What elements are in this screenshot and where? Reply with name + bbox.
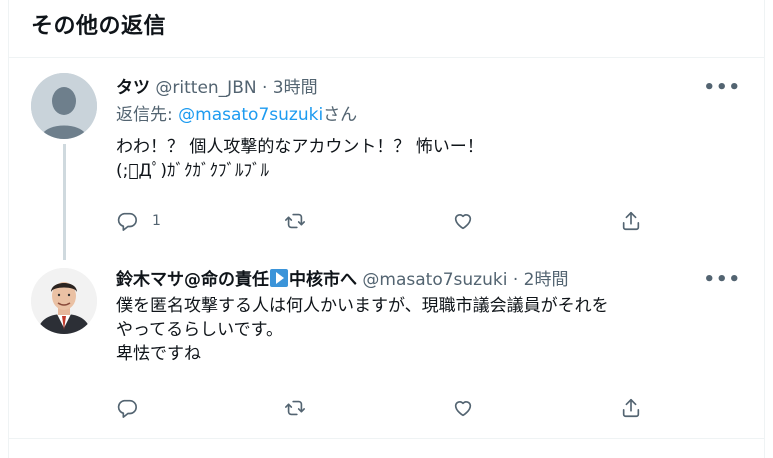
section-title: その他の返信 xyxy=(31,14,167,39)
tweet-actions xyxy=(116,393,656,423)
retweet-icon xyxy=(285,213,305,229)
mention-link[interactable]: @masato7suzuki xyxy=(178,105,323,125)
share-button[interactable] xyxy=(620,206,642,236)
display-name[interactable]: タツ xyxy=(116,78,150,98)
handle[interactable]: @masato7suzuki xyxy=(362,270,507,290)
display-name[interactable]: 鈴木マサ@命の責任 中核市へ xyxy=(116,269,357,290)
user-photo-avatar xyxy=(31,268,97,334)
like-button[interactable] xyxy=(452,206,488,236)
tweet-text-line: 卑怯ですね xyxy=(116,344,201,364)
avatar[interactable] xyxy=(31,73,97,139)
display-name-part: 鈴木マサ@命の責任 xyxy=(116,270,269,290)
tweet-actions: 1 xyxy=(116,206,656,236)
reply-suffix: さん xyxy=(323,105,358,125)
reply-button[interactable] xyxy=(116,393,152,423)
tweet-text-line: (;ﾟДﾟ)ｶﾞｸｶﾞｸﾌﾞﾙﾌﾞﾙ xyxy=(116,161,269,181)
more-icon[interactable]: ••• xyxy=(703,268,741,292)
tweet-text-line: やってるらしいです。 xyxy=(116,320,283,340)
tweet-text-line: わわ！？ 個人攻撃的なアカウント！？ 怖いー！ xyxy=(116,137,484,157)
timestamp[interactable]: 2時間 xyxy=(524,270,569,290)
tweet-header: タツ @ritten_JBN · 3時間 xyxy=(116,76,741,100)
reply-icon xyxy=(117,399,137,418)
heart-icon xyxy=(454,401,472,417)
retweet-icon xyxy=(285,400,305,416)
tweet-header: 鈴木マサ@命の責任 中核市へ @masato7suzuki · 2時間 xyxy=(116,268,741,292)
share-button[interactable] xyxy=(620,393,642,423)
play-arrow-emoji-icon xyxy=(270,269,288,287)
reply-icon xyxy=(117,212,137,231)
tweet[interactable]: タツ @ritten_JBN · 3時間 ••• 返信先: @masato7su… xyxy=(8,58,765,260)
tweet-text: 僕を匿名攻撃する人は何人かいますが、現職市議会議員がそれを やってるらしいです。… xyxy=(116,294,741,366)
separator: · xyxy=(261,78,268,98)
reply-prefix: 返信先: xyxy=(116,105,179,125)
thread-connector xyxy=(63,144,66,260)
reply-button[interactable]: 1 xyxy=(116,206,161,236)
timestamp[interactable]: 3時間 xyxy=(273,78,318,98)
handle[interactable]: @ritten_JBN xyxy=(155,78,256,98)
tweet[interactable]: 鈴木マサ@命の責任 中核市へ @masato7suzuki · 2時間 ••• 僕… xyxy=(8,248,765,439)
replies-panel: その他の返信 タツ @ritten_JBN · 3時間 ••• 返信先: @ma… xyxy=(0,0,773,458)
retweet-button[interactable] xyxy=(284,393,320,423)
retweet-button[interactable] xyxy=(284,206,320,236)
share-icon xyxy=(622,211,640,231)
tweet-text: わわ！？ 個人攻撃的なアカウント！？ 怖いー！ (;ﾟДﾟ)ｶﾞｸｶﾞｸﾌﾞﾙﾌ… xyxy=(116,135,741,183)
tweet-content: タツ @ritten_JBN · 3時間 ••• 返信先: @masato7su… xyxy=(116,76,741,183)
more-icon[interactable]: ••• xyxy=(703,76,741,100)
share-icon xyxy=(622,398,640,418)
heart-icon xyxy=(454,214,472,230)
separator: · xyxy=(512,270,519,290)
reply-to-line: 返信先: @masato7suzukiさん xyxy=(116,102,741,128)
display-name-part: 中核市へ xyxy=(289,270,357,290)
tweet-text-line: 僕を匿名攻撃する人は何人かいますが、現職市議会議員がそれを xyxy=(116,296,609,316)
tweet-content: 鈴木マサ@命の責任 中核市へ @masato7suzuki · 2時間 ••• 僕… xyxy=(116,268,741,366)
default-avatar-icon xyxy=(31,73,97,139)
avatar[interactable] xyxy=(31,268,97,334)
reply-count: 1 xyxy=(152,213,161,229)
like-button[interactable] xyxy=(452,393,488,423)
